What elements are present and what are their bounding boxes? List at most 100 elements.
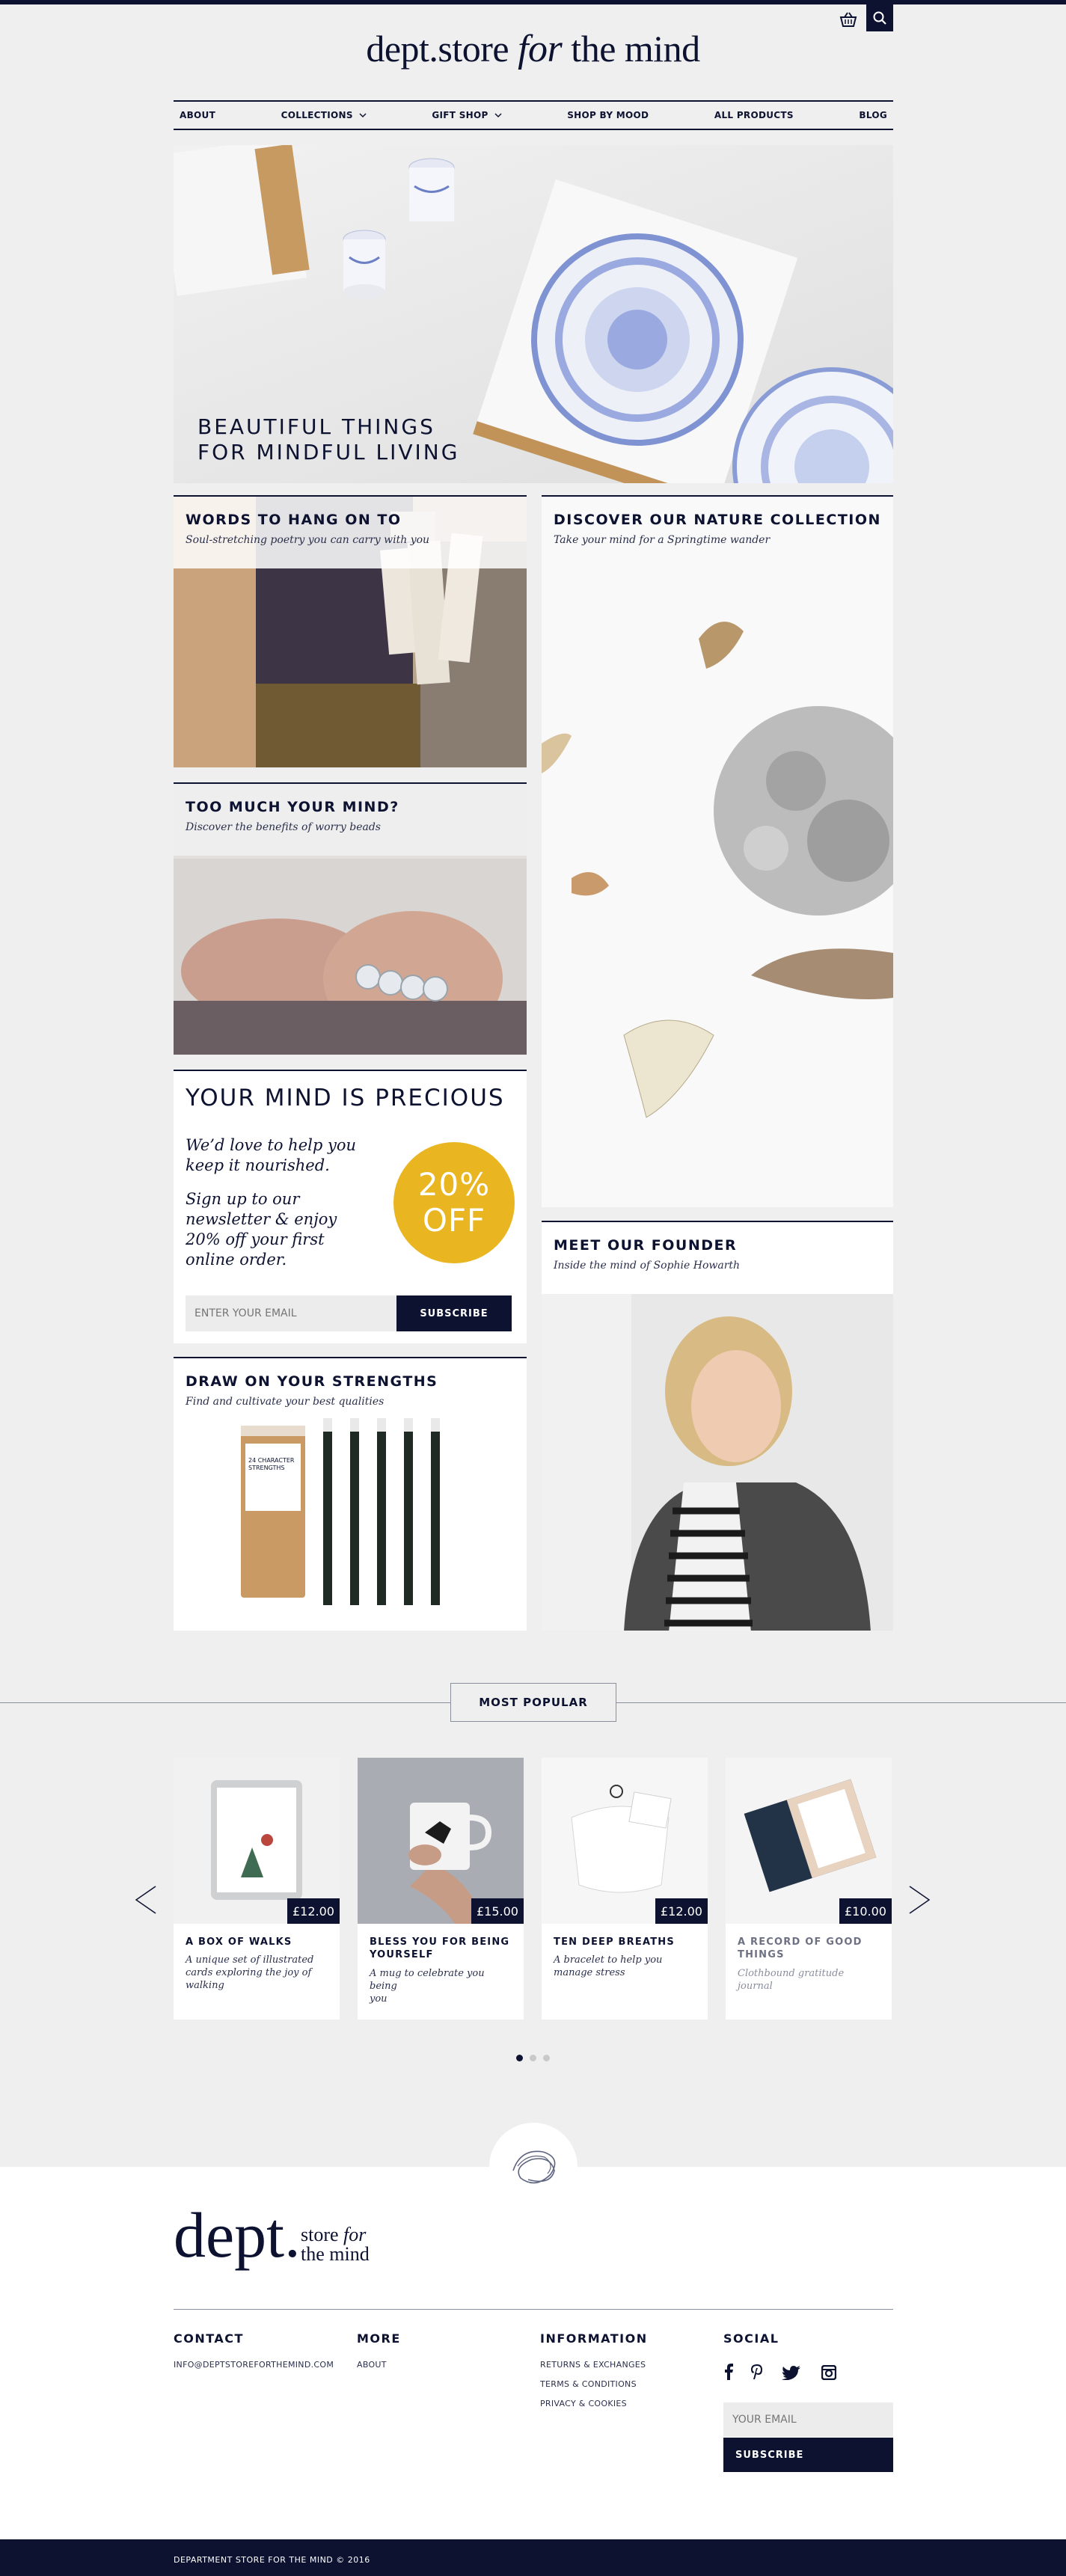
- site-logo[interactable]: dept.store for the mind: [359, 27, 707, 87]
- product-name-line1: BLESS YOU FOR BEING: [370, 1936, 510, 1948]
- product-desc-line3: walking: [186, 1980, 224, 1991]
- footer: [0, 2167, 1066, 2539]
- footer-link-about[interactable]: ABOUT: [357, 2360, 387, 2370]
- product-description: A mug to celebrate you being you: [370, 1967, 512, 2005]
- card-strengths-image: [241, 1418, 440, 1605]
- copyright-text: DEPARTMENT STORE FOR THE MIND © 2016: [174, 2555, 370, 2565]
- footer-logo-dept: dept.: [174, 2199, 301, 2271]
- nav-collections-label: COLLECTIONS: [281, 110, 353, 120]
- newsletter-text-2d: online order.: [186, 1251, 287, 1269]
- product-name: BLESS YOU FOR BEING YOURSELF: [370, 1936, 516, 1961]
- product-name-line2: YOURSELF: [370, 1949, 434, 1960]
- newsletter-text-1: We’d love to help you keep it nourished.: [186, 1135, 356, 1176]
- newsletter-title: YOUR MIND IS PRECIOUS: [186, 1085, 505, 1111]
- most-popular-label[interactable]: MOST POPULAR: [450, 1683, 616, 1722]
- product-desc-line1: A mug to celebrate you being: [370, 1968, 485, 1992]
- nav-collections[interactable]: COLLECTIONS: [281, 110, 367, 120]
- footer-contact-heading: CONTACT: [174, 2331, 244, 2346]
- newsletter-text-2a: Sign up to our: [186, 1190, 300, 1208]
- newsletter-card: YOUR MIND IS PRECIOUS We’d love to help …: [174, 1070, 527, 1343]
- newsletter-text-1a: We’d love to help you: [186, 1136, 356, 1154]
- chevron-left-icon[interactable]: [133, 1885, 159, 1918]
- newsletter-text-2b: newsletter & enjoy: [186, 1210, 337, 1228]
- product-description: A unique set of illustrated cards explor…: [186, 1954, 328, 1992]
- card-words-title: WORDS TO HANG ON TO: [186, 512, 402, 528]
- product-name-line2: THINGS: [738, 1949, 785, 1960]
- nav-all-products[interactable]: ALL PRODUCTS: [714, 110, 794, 120]
- nav-gift-shop[interactable]: GIFT SHOP: [432, 110, 502, 120]
- hero-banner[interactable]: BEAUTIFUL THINGS FOR MINDFUL LIVING: [174, 145, 893, 483]
- product-card[interactable]: £10.00 A RECORD OF GOOD THINGS Clothboun…: [726, 1758, 892, 2020]
- card-words-to-hang-on-to[interactable]: WORDS TO HANG ON TO Soul-stretching poet…: [174, 495, 527, 767]
- product-description: Clothbound gratitude journal: [738, 1967, 880, 1993]
- nav-shop-by-mood[interactable]: SHOP BY MOOD: [567, 110, 649, 120]
- discount-badge: 20% OFF: [393, 1142, 515, 1263]
- product-name-line1: TEN DEEP BREATHS: [554, 1936, 675, 1948]
- card-nature-collection[interactable]: DISCOVER OUR NATURE COLLECTION Take your…: [542, 495, 893, 1207]
- nav-all-products-label: ALL PRODUCTS: [714, 110, 794, 120]
- footer-email-input[interactable]: [723, 2402, 893, 2437]
- product-description: A bracelet to help you manage stress: [554, 1954, 696, 1979]
- product-desc-line1: A unique set of illustrated: [186, 1954, 314, 1966]
- card-nature-subtitle: Take your mind for a Springtime wander: [554, 534, 771, 546]
- product-name: A BOX OF WALKS: [186, 1936, 332, 1948]
- logo-for: for: [518, 28, 563, 70]
- card-too-much-your-mind[interactable]: TOO MUCH YOUR MIND? Discover the benefit…: [174, 782, 527, 1055]
- footer-link-returns[interactable]: RETURNS & EXCHANGES: [540, 2360, 646, 2370]
- hero-title-line1: BEAUTIFUL THINGS: [197, 414, 435, 439]
- chevron-down-icon: [494, 112, 502, 117]
- chevron-down-icon: [359, 112, 367, 117]
- nav-about-label: ABOUT: [180, 110, 216, 120]
- search-icon[interactable]: [866, 4, 893, 31]
- chevron-right-icon[interactable]: [907, 1885, 932, 1918]
- product-card[interactable]: £12.00 A BOX OF WALKS A unique set of il…: [174, 1758, 340, 2020]
- carousel-dot-active[interactable]: [516, 2055, 523, 2061]
- footer-social-heading: SOCIAL: [723, 2331, 779, 2346]
- nav-shop-by-mood-label: SHOP BY MOOD: [567, 110, 649, 120]
- nav-blog[interactable]: BLOG: [859, 110, 887, 120]
- card-strengths-head: DRAW ON YOUR STRENGTHS Find and cultivat…: [186, 1373, 438, 1408]
- card-words-subtitle: Soul-stretching poetry you can carry wit…: [186, 534, 430, 546]
- card-mind-head: TOO MUCH YOUR MIND? Discover the benefit…: [186, 799, 399, 833]
- card-words-head: WORDS TO HANG ON TO Soul-stretching poet…: [186, 512, 429, 546]
- card-strengths-subtitle: Find and cultivate your best qualities: [186, 1396, 385, 1408]
- card-founder-image: [542, 1294, 893, 1631]
- hero-title: BEAUTIFUL THINGS FOR MINDFUL LIVING: [197, 414, 459, 465]
- footer-link-terms[interactable]: TERMS & CONDITIONS: [540, 2379, 637, 2389]
- footer-contact-email[interactable]: INFO@DEPTSTOREFORTHEMIND.COM: [174, 2360, 334, 2370]
- product-card[interactable]: £12.00 TEN DEEP BREATHS A bracelet to he…: [542, 1758, 708, 2020]
- top-accent-bar: [0, 0, 1066, 4]
- logo-rest: the mind: [571, 28, 700, 70]
- instagram-icon[interactable]: [821, 2364, 837, 2383]
- product-price: £10.00: [839, 1898, 892, 1924]
- footer-logo-store-line: store for: [301, 2225, 366, 2245]
- product-desc-line2: manage stress: [554, 1967, 625, 1978]
- carousel-dot[interactable]: [530, 2055, 536, 2061]
- card-meet-our-founder[interactable]: MEET OUR FOUNDER Inside the mind of Soph…: [542, 1221, 893, 1631]
- footer-link-privacy[interactable]: PRIVACY & COOKIES: [540, 2399, 627, 2408]
- basket-icon[interactable]: [833, 6, 863, 33]
- nav-about[interactable]: ABOUT: [180, 110, 215, 120]
- card-draw-on-your-strengths[interactable]: DRAW ON YOUR STRENGTHS Find and cultivat…: [174, 1357, 527, 1631]
- logo-main: dept.store: [366, 28, 509, 70]
- footer-logo-mind: the mind: [301, 2243, 370, 2265]
- footer-emblem: [489, 2123, 578, 2211]
- newsletter-subscribe-button[interactable]: SUBSCRIBE: [396, 1295, 512, 1331]
- card-nature-head: DISCOVER OUR NATURE COLLECTION Take your…: [554, 512, 881, 546]
- newsletter-email-input[interactable]: [186, 1295, 396, 1331]
- card-mind-title: TOO MUCH YOUR MIND?: [186, 799, 399, 815]
- card-founder-subtitle: Inside the mind of Sophie Howarth: [554, 1260, 741, 1272]
- pinterest-icon[interactable]: [750, 2364, 764, 2383]
- footer-subscribe-button[interactable]: SUBSCRIBE: [723, 2438, 893, 2472]
- copyright-bar: DEPARTMENT STORE FOR THE MIND © 2016: [0, 2539, 1066, 2576]
- card-strengths-title: DRAW ON YOUR STRENGTHS: [186, 1373, 438, 1390]
- product-desc-line1: A bracelet to help you: [554, 1954, 663, 1966]
- product-card[interactable]: £15.00 BLESS YOU FOR BEING YOURSELF A mu…: [358, 1758, 524, 2020]
- product-price: £12.00: [655, 1898, 708, 1924]
- nav-blog-label: BLOG: [859, 110, 887, 120]
- facebook-icon[interactable]: [723, 2364, 734, 2383]
- carousel-dot[interactable]: [543, 2055, 550, 2061]
- twitter-icon[interactable]: [782, 2365, 801, 2383]
- product-price: £15.00: [471, 1898, 524, 1924]
- card-mind-subtitle: Discover the benefits of worry beads: [186, 821, 381, 833]
